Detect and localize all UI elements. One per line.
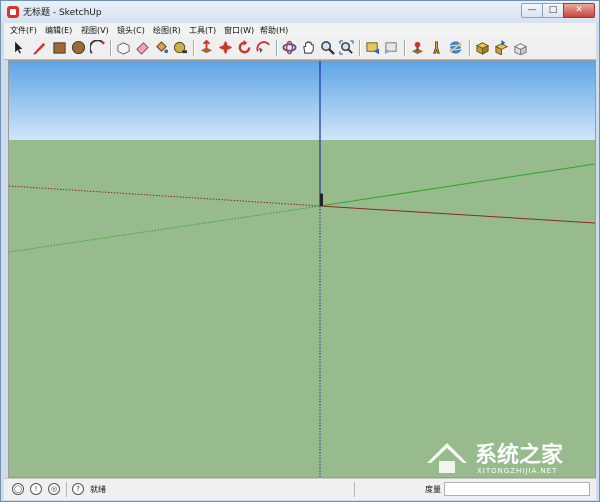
select-tool-icon[interactable] [12, 40, 27, 55]
toolbar-separator [469, 40, 471, 56]
arc-tool-icon[interactable] [90, 40, 105, 55]
sketchup-window: 无标题 - SketchUp — □ ✕ 文件(F) 编辑(E) 视图(V) 镜… [0, 0, 600, 502]
paint-bucket-icon[interactable] [154, 40, 169, 55]
next-view-icon[interactable] [384, 40, 399, 55]
toolbar-separator [110, 40, 112, 56]
menu-draw[interactable]: 绘图(R) [153, 25, 181, 36]
menu-help[interactable]: 帮助(H) [260, 25, 288, 36]
toolbar-separator [404, 40, 406, 56]
menu-file[interactable]: 文件(F) [10, 25, 37, 36]
previous-view-icon[interactable] [365, 40, 380, 55]
human-figure [319, 193, 324, 206]
menu-view[interactable]: 视图(V) [81, 25, 109, 36]
close-button[interactable]: ✕ [563, 3, 595, 18]
credits-icon[interactable]: ! [30, 483, 42, 495]
status-text: 就绪 [90, 485, 106, 494]
follow-me-tool-icon[interactable] [256, 40, 271, 55]
rotate-tool-icon[interactable] [237, 40, 252, 55]
tape-measure-icon[interactable] [173, 40, 188, 55]
zoom-extents-icon[interactable] [339, 40, 354, 55]
pan-tool-icon[interactable] [301, 40, 316, 55]
watermark-url: XITONGZHIJIA.NET [477, 467, 558, 475]
rectangle-tool-icon[interactable] [52, 40, 67, 55]
help-icon[interactable]: ? [72, 483, 84, 495]
watermark-text: 系统之家 [475, 443, 564, 468]
window-title: 无标题 - SketchUp [23, 8, 102, 18]
menu-bar: 文件(F) 编辑(E) 视图(V) 镜头(C) 绘图(R) 工具(T) 窗口(W… [4, 23, 596, 37]
share-component-icon[interactable] [513, 40, 528, 55]
position-camera-icon[interactable] [410, 40, 425, 55]
status-divider [66, 482, 67, 497]
red-axis-negative [9, 185, 321, 207]
eraser-tool-icon[interactable] [135, 40, 150, 55]
make-component-icon[interactable] [116, 40, 131, 55]
status-divider [354, 482, 355, 497]
measurements-field[interactable] [444, 482, 590, 496]
look-around-icon[interactable] [448, 40, 463, 55]
pencil-line-tool-icon[interactable] [32, 40, 47, 55]
green-axis-negative [9, 205, 321, 253]
watermark: 系统之家 XITONGZHIJIA.NET [425, 433, 595, 483]
menu-window[interactable]: 窗口(W) [224, 25, 254, 36]
user-icon[interactable]: ◎ [48, 483, 60, 495]
circle-tool-icon[interactable] [71, 40, 86, 55]
measurements-label: 度量 [425, 485, 441, 494]
title-bar: 无标题 - SketchUp — □ ✕ [1, 1, 599, 23]
zoom-tool-icon[interactable] [320, 40, 335, 55]
toolbar-separator [193, 40, 195, 56]
menu-edit[interactable]: 编辑(E) [45, 25, 72, 36]
red-axis-positive [319, 205, 595, 224]
minimize-button[interactable]: — [521, 3, 543, 18]
modeling-viewport[interactable] [8, 60, 596, 478]
toolbar-separator [276, 40, 278, 56]
house-logo-icon [427, 443, 467, 463]
main-toolbar [4, 37, 596, 60]
green-axis-positive [319, 163, 595, 207]
sketchup-app-icon [7, 6, 19, 18]
axes-overlay [9, 61, 595, 477]
walk-tool-icon[interactable] [429, 40, 444, 55]
toolbar-separator [359, 40, 361, 56]
move-tool-icon[interactable] [218, 40, 233, 55]
get-models-icon[interactable] [475, 40, 490, 55]
maximize-button[interactable]: □ [542, 3, 564, 18]
share-model-icon[interactable] [494, 40, 509, 55]
menu-camera[interactable]: 镜头(C) [117, 25, 145, 36]
orbit-tool-icon[interactable] [282, 40, 297, 55]
geo-location-icon[interactable]: ◯ [12, 483, 24, 495]
push-pull-tool-icon[interactable] [199, 40, 214, 55]
menu-tools[interactable]: 工具(T) [189, 25, 216, 36]
